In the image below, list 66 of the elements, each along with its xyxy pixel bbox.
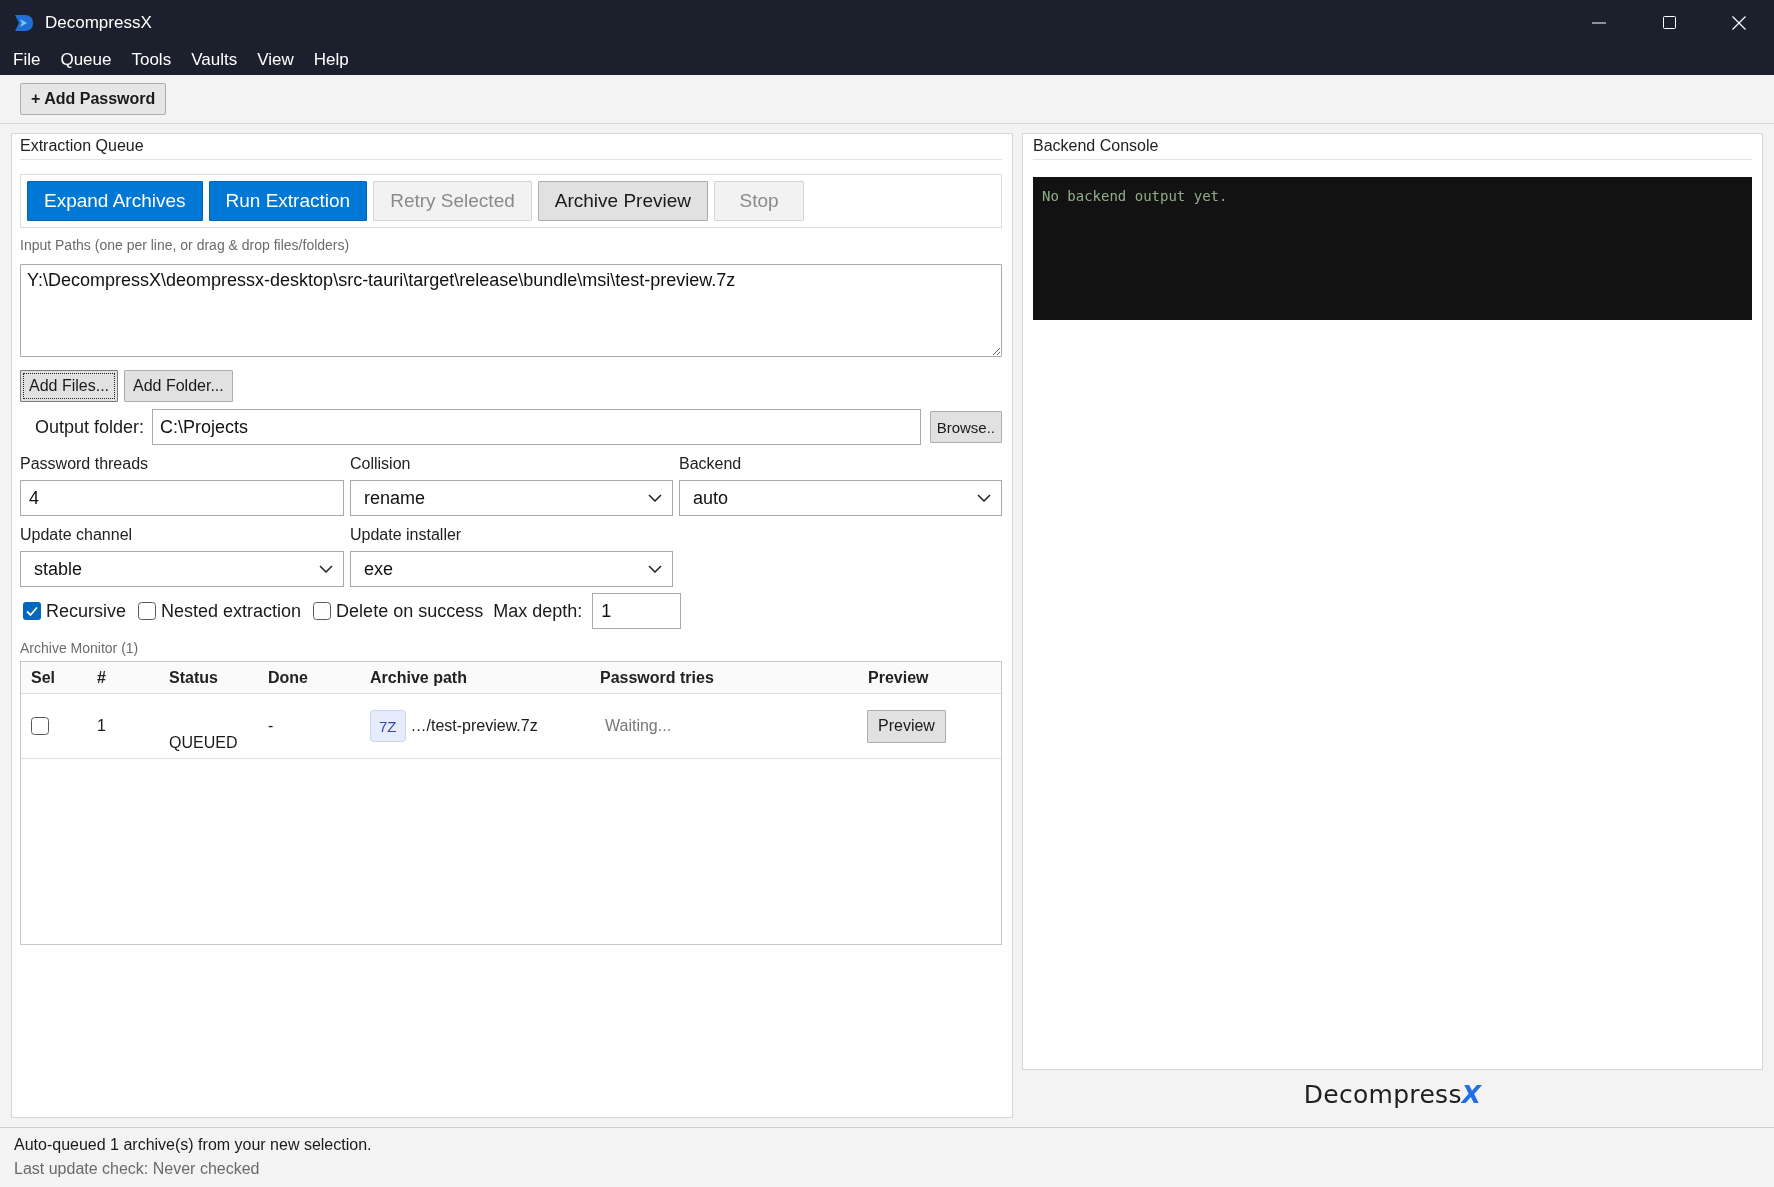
checkbox-label[interactable]: Nested extraction <box>161 600 302 622</box>
field-label: Input Paths (one per line, or drag & drop files/folders) <box>20 237 351 253</box>
add-button[interactable]: Add Folder... <box>124 370 233 402</box>
column-header: Status <box>169 668 219 687</box>
max-depth-field[interactable]: 1 <box>592 593 682 629</box>
field-label: Backend <box>679 456 743 472</box>
status-message: Last update check: Never checked <box>14 1159 261 1179</box>
browse-button[interactable]: Browse.. <box>929 411 1002 443</box>
field-label: Output folder: <box>34 416 145 438</box>
field-label: Max depth: <box>493 600 583 622</box>
app-logo-icon <box>14 13 34 32</box>
field-label: Update installer <box>350 527 463 543</box>
menu-item[interactable]: Queue <box>50 47 122 73</box>
toolbar-button[interactable]: + Add Password <box>20 83 167 115</box>
close-icon <box>1732 15 1746 30</box>
column-header: Sel <box>31 668 56 687</box>
checkbox-label[interactable]: Recursive <box>46 600 127 622</box>
table-cell: Waiting... <box>605 717 672 735</box>
field-label: Collision <box>350 456 412 472</box>
section-label: Archive Monitor (1) <box>20 640 140 656</box>
chevron-down-icon <box>977 494 991 502</box>
table-cell: 1 <box>97 717 106 735</box>
action-button[interactable]: Archive Preview <box>537 181 708 221</box>
menu-item[interactable]: Tools <box>121 47 182 73</box>
menu-item[interactable]: Help <box>303 47 359 73</box>
output-folder-field[interactable]: C:\Projects <box>152 409 921 445</box>
table-cell: QUEUED <box>169 734 238 752</box>
column-header: Done <box>268 668 309 687</box>
window-title: DecompressX <box>45 12 152 33</box>
menu-item[interactable]: View <box>247 47 304 73</box>
checkbox-label[interactable]: Delete on success <box>336 600 484 622</box>
text-field[interactable]: 4 <box>20 480 344 516</box>
column-header: # <box>97 668 107 687</box>
table-cell: - <box>268 717 274 735</box>
dropdown[interactable]: exe <box>350 551 673 587</box>
checkbox[interactable] <box>31 717 49 735</box>
maximize-icon <box>1662 16 1676 29</box>
checkbox[interactable] <box>23 602 41 620</box>
field-label: Update channel <box>20 527 134 543</box>
action-button[interactable]: Expand Archives <box>27 181 203 221</box>
dropdown[interactable]: rename <box>350 480 673 516</box>
format-tag: 7Z <box>370 710 406 742</box>
dropdown[interactable]: auto <box>679 480 1002 516</box>
add-button[interactable]: Add Files... <box>20 370 119 402</box>
checkbox[interactable] <box>138 602 157 620</box>
brand-logo: DecompressX <box>1303 1079 1482 1109</box>
status-message: Auto-queued 1 archive(s) from your new selection. <box>14 1135 373 1155</box>
chevron-down-icon <box>319 565 333 573</box>
action-button[interactable]: Run Extraction <box>208 181 368 221</box>
chevron-down-icon <box>648 565 662 573</box>
minimize-icon <box>1592 21 1606 24</box>
column-header: Password tries <box>600 668 715 687</box>
console-text: No backend output yet. <box>1042 188 1228 204</box>
column-header: Preview <box>868 668 930 687</box>
preview-button[interactable]: Preview <box>867 709 946 743</box>
table-cell: …/test-preview.7z <box>410 717 538 735</box>
input-paths-field[interactable]: Y:\DecompressX\deompressx-desktop\src-tauri\target\release\bundle\msi\test-preview.7z <box>20 264 1002 357</box>
panel-title: Extraction Queue <box>20 134 1002 160</box>
dropdown[interactable]: stable <box>20 551 344 587</box>
menu-item[interactable]: File <box>3 47 51 73</box>
column-header: Archive path <box>370 668 468 687</box>
chevron-down-icon <box>648 494 662 502</box>
panel-title: Backend Console <box>1033 134 1752 160</box>
menu-item[interactable]: Vaults <box>181 47 248 73</box>
field-label: Password threads <box>20 456 150 472</box>
checkbox[interactable] <box>313 602 332 620</box>
